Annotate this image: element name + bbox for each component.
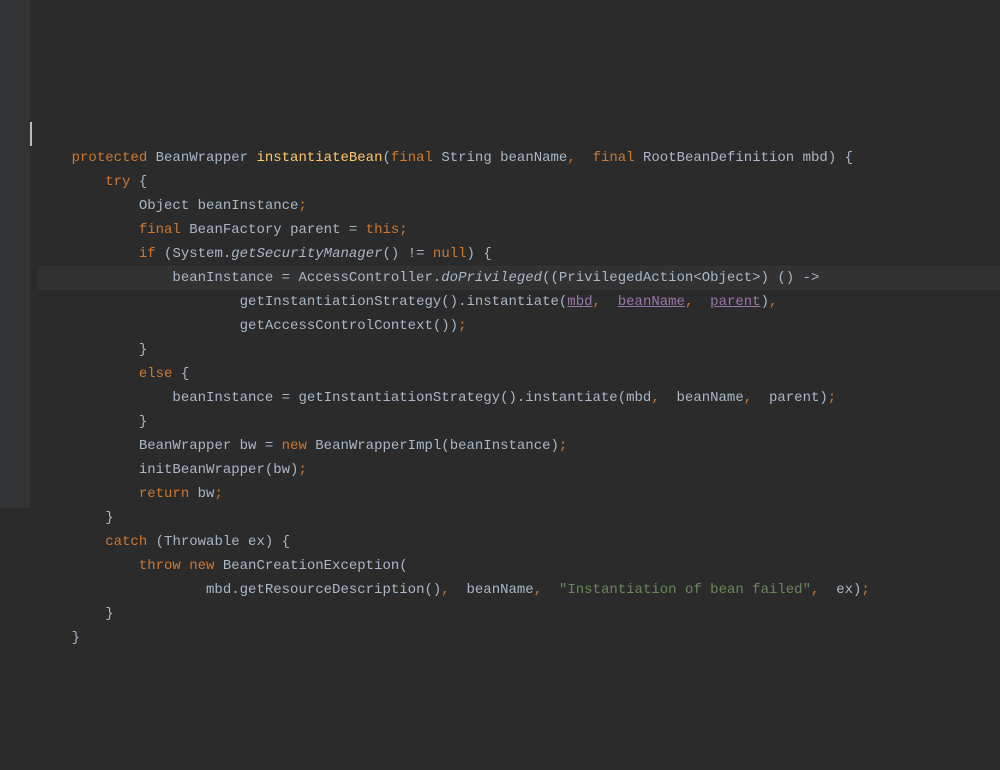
code-line[interactable]: BeanWrapper bw = new BeanWrapperImpl(bea…	[38, 434, 1000, 458]
code-token	[609, 294, 617, 310]
code-line[interactable]: try {	[38, 170, 1000, 194]
code-token: }	[105, 510, 113, 526]
code-token: }	[72, 630, 80, 646]
code-token: ,	[567, 150, 584, 166]
code-line[interactable]: getAccessControlContext());	[38, 314, 1000, 338]
code-token	[584, 150, 592, 166]
code-line[interactable]: mbd.getResourceDescription(), beanName, …	[38, 578, 1000, 602]
code-token: protected	[72, 150, 156, 166]
code-line[interactable]: beanInstance = AccessController.doPrivil…	[38, 266, 1000, 290]
code-token	[702, 294, 710, 310]
code-token: Object beanInstance	[139, 198, 299, 214]
code-line[interactable]: final BeanFactory parent = this;	[38, 218, 1000, 242]
code-line[interactable]: }	[38, 410, 1000, 434]
code-token: ((PrivilegedAction<Object>) () ->	[542, 270, 819, 286]
code-token: ,	[534, 582, 551, 598]
code-line[interactable]: catch (Throwable ex) {	[38, 530, 1000, 554]
code-token: ,	[593, 294, 610, 310]
code-token: BeanCreationException(	[223, 558, 408, 574]
code-line[interactable]: return bw;	[38, 482, 1000, 506]
code-token: final	[391, 150, 441, 166]
code-line[interactable]: protected BeanWrapper instantiateBean(fi…	[38, 146, 1000, 170]
code-line[interactable]: if (System.getSecurityManager() != null)…	[38, 242, 1000, 266]
code-token: ex)	[828, 582, 862, 598]
code-token: beanInstance = AccessController.	[172, 270, 441, 286]
code-token: getSecurityManager	[231, 246, 382, 262]
code-line[interactable]: getInstantiationStrategy().instantiate(m…	[38, 290, 1000, 314]
code-token: ) {	[467, 246, 492, 262]
code-line[interactable]: throw new BeanCreationException(	[38, 554, 1000, 578]
code-line[interactable]: }	[38, 506, 1000, 530]
code-line[interactable]: }	[38, 602, 1000, 626]
code-line[interactable]: initBeanWrapper(bw);	[38, 458, 1000, 482]
code-token: parent	[710, 294, 760, 310]
code-token: beanName	[668, 390, 744, 406]
code-token: parent)	[761, 390, 828, 406]
code-line[interactable]: }	[38, 626, 1000, 650]
code-token: if	[139, 246, 164, 262]
code-token: ;	[828, 390, 836, 406]
code-token: return	[139, 486, 198, 502]
code-token: new	[282, 438, 316, 454]
code-token: getAccessControlContext())	[240, 318, 458, 334]
code-token: final	[139, 222, 189, 238]
code-token: initBeanWrapper(bw)	[139, 462, 299, 478]
code-token: String beanName	[441, 150, 567, 166]
code-token: try	[105, 174, 139, 190]
code-token: ;	[298, 462, 306, 478]
code-token: {	[139, 174, 147, 190]
code-token: }	[139, 342, 147, 358]
code-token: (Throwable ex) {	[156, 534, 290, 550]
code-token: ;	[861, 582, 869, 598]
code-token: BeanWrapperImpl(beanInstance)	[315, 438, 559, 454]
code-token: {	[181, 366, 189, 382]
code-token: getInstantiationStrategy().instantiate(	[240, 294, 568, 310]
code-line[interactable]: beanInstance = getInstantiationStrategy(…	[38, 386, 1000, 410]
code-token: this;	[366, 222, 408, 238]
code-token: RootBeanDefinition mbd) {	[643, 150, 853, 166]
code-token: catch	[105, 534, 155, 550]
code-token: (	[382, 150, 390, 166]
code-token: ,	[651, 390, 668, 406]
code-token: "Instantiation of bean failed"	[559, 582, 811, 598]
code-token: beanName	[458, 582, 534, 598]
caret-indicator	[30, 122, 32, 146]
code-token: BeanFactory parent =	[189, 222, 365, 238]
code-token: ;	[458, 318, 466, 334]
code-line[interactable]: Object beanInstance;	[38, 194, 1000, 218]
code-token: )	[761, 294, 769, 310]
code-token	[551, 582, 559, 598]
code-token: bw	[198, 486, 215, 502]
code-token: }	[105, 606, 113, 622]
code-token: throw new	[139, 558, 223, 574]
code-token: ,	[769, 294, 777, 310]
code-token: BeanWrapper	[156, 150, 257, 166]
code-token: ,	[685, 294, 702, 310]
code-token: ;	[298, 198, 306, 214]
code-token: final	[593, 150, 643, 166]
code-token: ;	[559, 438, 567, 454]
code-line[interactable]: }	[38, 338, 1000, 362]
code-line[interactable]: else {	[38, 362, 1000, 386]
code-token: BeanWrapper bw =	[139, 438, 282, 454]
code-token: (System.	[164, 246, 231, 262]
code-token: mbd	[567, 294, 592, 310]
code-token: ,	[811, 582, 828, 598]
code-token: ,	[744, 390, 761, 406]
code-token: }	[139, 414, 147, 430]
code-token: else	[139, 366, 181, 382]
code-token: instantiateBean	[256, 150, 382, 166]
code-token: ;	[214, 486, 222, 502]
code-token: ,	[441, 582, 458, 598]
code-token: null	[433, 246, 467, 262]
code-editor[interactable]: protected BeanWrapper instantiateBean(fi…	[0, 144, 1000, 650]
code-token: beanInstance = getInstantiationStrategy(…	[172, 390, 651, 406]
editor-gutter	[0, 0, 30, 508]
code-token: beanName	[618, 294, 685, 310]
code-token: mbd.getResourceDescription()	[206, 582, 441, 598]
code-token: doPrivileged	[441, 270, 542, 286]
code-token: () !=	[383, 246, 433, 262]
